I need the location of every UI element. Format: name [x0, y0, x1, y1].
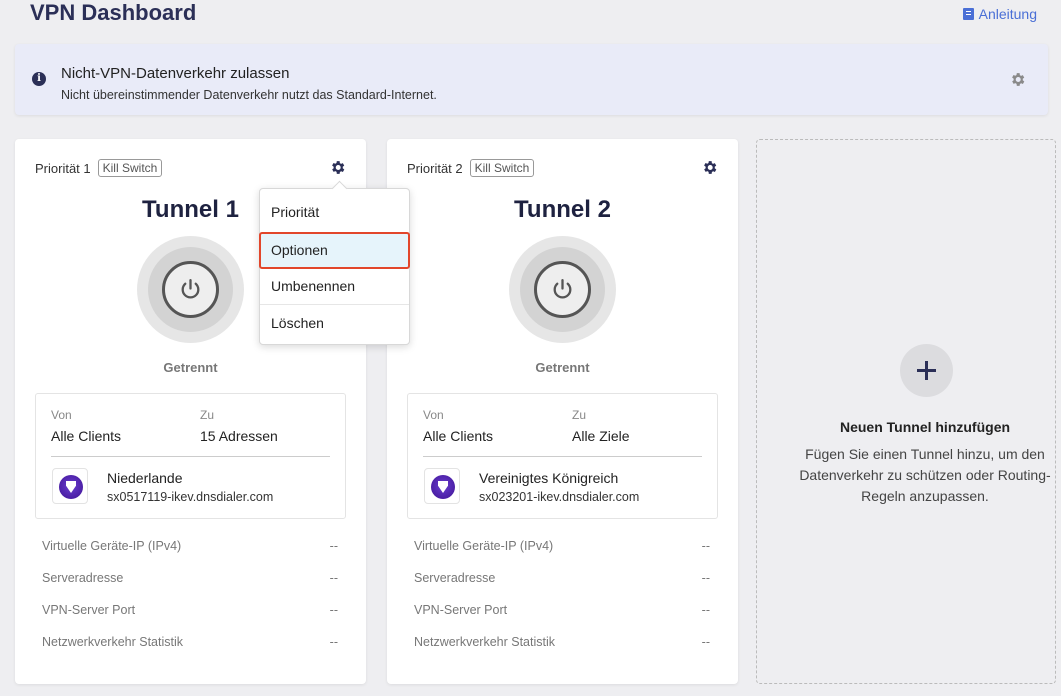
gear-icon[interactable]: [329, 159, 346, 181]
route-box: Von Zu Alle Clients 15 Adressen Niederla…: [35, 393, 346, 519]
stat-row: VPN-Server Port --: [414, 603, 710, 617]
route-box: Von Zu Alle Clients Alle Ziele Vereinigt…: [407, 393, 718, 519]
connection-status: Getrennt: [535, 360, 590, 375]
menu-item-priority[interactable]: Priorität: [260, 194, 409, 231]
server-host: sx023201-ikev.dnsdialer.com: [479, 490, 640, 504]
tunnel-card-2: Priorität 2 Kill Switch Tunnel 2 Getrenn…: [387, 139, 738, 684]
kill-switch-badge: Kill Switch: [469, 159, 535, 177]
stat-label: Netzwerkverkehr Statistik: [414, 635, 556, 649]
page-title: VPN Dashboard: [30, 0, 197, 25]
stat-row: Virtuelle Geräte-IP (IPv4) --: [414, 539, 710, 553]
stat-row: Serveradresse --: [42, 571, 338, 585]
power-ring-inner: [148, 247, 233, 332]
banner-subtitle: Nicht übereinstimmender Datenverkehr nut…: [61, 88, 437, 102]
menu-item-options[interactable]: Optionen: [259, 232, 410, 269]
connection-status: Getrennt: [163, 360, 218, 375]
plus-icon[interactable]: [900, 344, 953, 397]
stat-value: --: [329, 635, 338, 649]
guide-link-label: Anleitung: [978, 6, 1037, 22]
book-icon: [962, 8, 974, 20]
power-ring: [137, 236, 244, 343]
non-vpn-traffic-banner: i Nicht-VPN-Datenverkehr zulassen Nicht …: [15, 44, 1048, 115]
to-label: Zu: [200, 408, 215, 422]
stat-value: --: [701, 539, 710, 553]
priority-label: Priorität 1: [35, 160, 91, 176]
info-icon: i: [32, 72, 46, 86]
power-button[interactable]: [162, 261, 219, 318]
gear-icon[interactable]: [701, 159, 718, 181]
stat-label: Serveradresse: [414, 571, 496, 585]
stat-label: Virtuelle Geräte-IP (IPv4): [414, 539, 554, 553]
add-tunnel-title: Neuen Tunnel hinzufügen: [839, 419, 1011, 435]
stat-row: Serveradresse --: [414, 571, 710, 585]
tunnel-options-menu: Priorität Optionen Umbenennen Löschen: [259, 188, 410, 345]
stat-label: VPN-Server Port: [414, 603, 508, 617]
power-icon: [181, 278, 200, 299]
power-icon: [553, 278, 572, 299]
stat-row: VPN-Server Port --: [42, 603, 338, 617]
power-ring-inner: [520, 247, 605, 332]
guide-link[interactable]: Anleitung: [962, 6, 1037, 22]
to-value: Alle Ziele: [572, 428, 630, 444]
add-tunnel-card[interactable]: Neuen Tunnel hinzufügen Fügen Sie einen …: [756, 139, 1056, 684]
server-host: sx0517119-ikev.dnsdialer.com: [107, 490, 274, 504]
from-label: Von: [51, 408, 72, 422]
vpn-shield-icon: [424, 468, 460, 504]
server-country: Vereinigtes Königreich: [479, 470, 619, 486]
priority-row: Priorität 2 Kill Switch: [407, 159, 535, 177]
gear-icon[interactable]: [1009, 71, 1026, 93]
stat-row: Netzwerkverkehr Statistik --: [414, 635, 710, 649]
stat-row: Virtuelle Geräte-IP (IPv4) --: [42, 539, 338, 553]
power-ring: [509, 236, 616, 343]
stat-label: Serveradresse: [42, 571, 124, 585]
stat-value: --: [701, 571, 710, 585]
tunnel-name: Tunnel 2: [514, 196, 611, 223]
divider: [423, 456, 702, 457]
vpn-shield-icon: [52, 468, 88, 504]
stat-label: VPN-Server Port: [42, 603, 136, 617]
priority-label: Priorität 2: [407, 160, 463, 176]
from-label: Von: [423, 408, 444, 422]
stat-value: --: [329, 603, 338, 617]
from-value: Alle Clients: [423, 428, 494, 444]
priority-row: Priorität 1 Kill Switch: [35, 159, 163, 177]
menu-item-delete[interactable]: Löschen: [260, 305, 409, 342]
power-button[interactable]: [534, 261, 591, 318]
menu-item-rename[interactable]: Umbenennen: [260, 268, 409, 305]
stat-value: --: [329, 571, 338, 585]
stat-label: Netzwerkverkehr Statistik: [42, 635, 184, 649]
stat-row: Netzwerkverkehr Statistik --: [42, 635, 338, 649]
from-value: Alle Clients: [51, 428, 122, 444]
divider: [51, 456, 330, 457]
stat-value: --: [329, 539, 338, 553]
banner-title: Nicht-VPN-Datenverkehr zulassen: [61, 65, 290, 82]
stat-value: --: [701, 635, 710, 649]
add-tunnel-description: Fügen Sie einen Tunnel hinzu, um den Dat…: [799, 446, 1051, 504]
stat-value: --: [701, 603, 710, 617]
to-value: 15 Adressen: [200, 428, 278, 444]
stat-label: Virtuelle Geräte-IP (IPv4): [42, 539, 182, 553]
kill-switch-badge: Kill Switch: [97, 159, 163, 177]
server-country: Niederlande: [107, 470, 183, 486]
to-label: Zu: [572, 408, 587, 422]
